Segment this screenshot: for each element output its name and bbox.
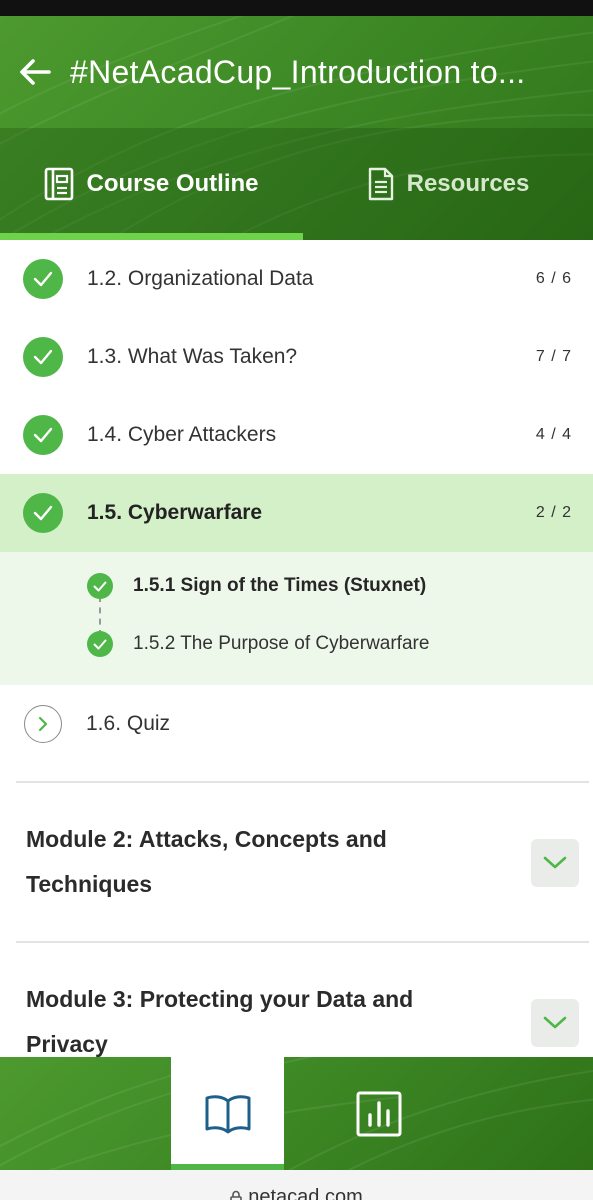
topic-label: 1.5. Cyberwarfare: [87, 501, 263, 524]
bottom-navigation: [0, 1057, 593, 1170]
book-icon: [205, 1094, 250, 1133]
back-button[interactable]: [0, 16, 70, 128]
outline-icon: [45, 167, 74, 201]
arrow-left-icon: [20, 59, 51, 85]
topic-row-active[interactable]: 1.5. Cyberwarfare 2 / 2: [0, 474, 593, 552]
check-icon: [23, 493, 63, 533]
topic-row[interactable]: 1.3. What Was Taken? 7 / 7: [0, 318, 593, 396]
document-icon: [368, 167, 393, 201]
tab-bar: Course Outline Resources: [0, 128, 593, 240]
topic-row[interactable]: 1.2. Organizational Data 6 / 6: [0, 240, 593, 318]
browser-url-bar[interactable]: netacad.com: [0, 1170, 593, 1200]
topic-row[interactable]: 1.4. Cyber Attackers 4 / 4: [0, 396, 593, 474]
subtopic-label: 1.5.1 Sign of the Times (Stuxnet): [133, 575, 427, 596]
check-icon: [23, 259, 63, 299]
subtopic-label: 1.5.2 The Purpose of Cyberwarfare: [133, 633, 430, 654]
course-outline-list: 1.2. Organizational Data 6 / 6 1.3. What…: [0, 240, 593, 1101]
tab-label: Resources: [406, 170, 530, 197]
check-icon: [87, 631, 113, 657]
module-section[interactable]: Module 2: Attacks, Concepts and Techniqu…: [0, 783, 593, 941]
nav-learn-button[interactable]: [171, 1057, 284, 1170]
topic-progress-count: 4 / 4: [535, 426, 572, 443]
chevron-down-icon: [543, 1016, 567, 1029]
topic-label: 1.3. What Was Taken?: [87, 345, 298, 368]
subtopic-item[interactable]: 1.5.2 The Purpose of Cyberwarfare: [0, 616, 593, 672]
tab-course-outline[interactable]: Course Outline: [0, 128, 303, 240]
url-display: netacad.com: [230, 1186, 363, 1200]
subtopic-panel: 1.5.1 Sign of the Times (Stuxnet) 1.5.2 …: [0, 552, 593, 685]
tab-label: Course Outline: [86, 170, 259, 197]
title-bar: #NetAcadCup_Introduction to...: [0, 16, 593, 128]
topic-label: 1.6. Quiz: [86, 712, 171, 735]
topic-progress-count: 7 / 7: [535, 348, 572, 365]
topic-label: 1.4. Cyber Attackers: [87, 423, 277, 446]
active-tab-indicator: [0, 233, 303, 240]
tab-resources[interactable]: Resources: [303, 128, 593, 240]
chevron-down-icon: [543, 856, 567, 869]
chevron-right-icon: [24, 705, 62, 743]
topic-row-quiz[interactable]: 1.6. Quiz: [0, 685, 593, 763]
check-icon: [23, 415, 63, 455]
app-header: #NetAcadCup_Introduction to... Course Ou…: [0, 16, 593, 240]
page-title: #NetAcadCup_Introduction to...: [70, 53, 526, 90]
nav-progress-button[interactable]: [322, 1057, 435, 1170]
expand-module-button[interactable]: [531, 839, 579, 887]
expand-module-button[interactable]: [531, 999, 579, 1047]
nav-pattern: [0, 1057, 593, 1170]
check-icon: [87, 573, 113, 599]
topic-progress-count: 6 / 6: [535, 270, 572, 287]
subtopic-item[interactable]: 1.5.1 Sign of the Times (Stuxnet): [0, 558, 593, 614]
bar-chart-icon: [356, 1091, 401, 1136]
topic-progress-count: 2 / 2: [535, 504, 572, 521]
status-strip: [0, 0, 593, 16]
module-title: Module 3: Protecting your Data and Priva…: [26, 986, 414, 1057]
module-title: Module 2: Attacks, Concepts and Techniqu…: [26, 826, 387, 897]
topic-label: 1.2. Organizational Data: [87, 267, 314, 290]
lock-icon: [230, 1190, 243, 1200]
check-icon: [23, 337, 63, 377]
url-text: netacad.com: [248, 1186, 363, 1200]
